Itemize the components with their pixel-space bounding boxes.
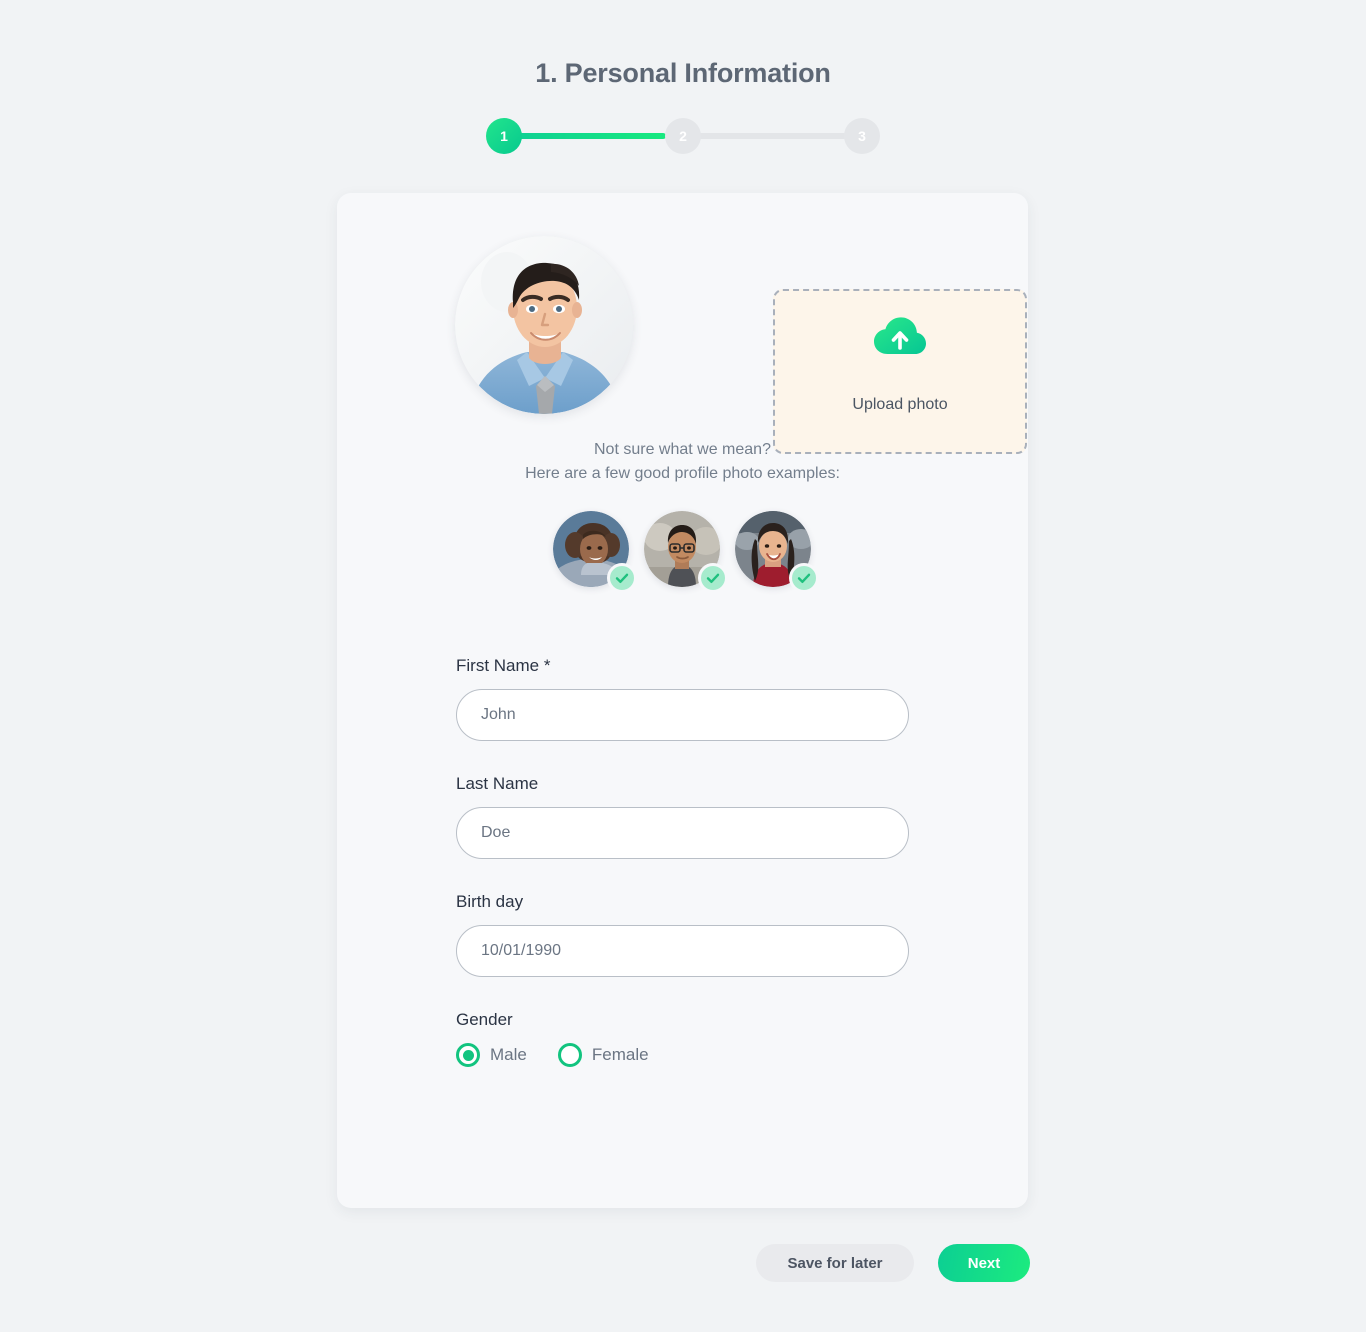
example-photo-1-check-badge <box>607 563 637 593</box>
example-photo-2[interactable] <box>644 511 728 593</box>
first-name-input[interactable] <box>456 689 909 741</box>
upload-photo-dropzone[interactable]: Upload photo <box>773 289 1027 454</box>
page-root: 1. Personal Information 1 2 3 Upload pho… <box>0 0 1366 1332</box>
upload-photo-label: Upload photo <box>852 396 948 413</box>
gender-option-female[interactable]: Female <box>557 1043 649 1067</box>
last-name-field-group: Last Name <box>456 774 909 859</box>
gender-label: Gender <box>456 1010 513 1029</box>
save-for-later-button[interactable]: Save for later <box>756 1244 914 1282</box>
birth-day-field-group: Birth day <box>456 892 909 977</box>
stepper-progress-fill <box>506 133 666 139</box>
photo-hint-line-2: Here are a few good profile photo exampl… <box>525 465 840 482</box>
gender-option-male-label: Male <box>490 1045 527 1064</box>
last-name-label: Last Name <box>456 774 539 793</box>
check-icon <box>615 573 629 583</box>
birth-day-input[interactable] <box>456 925 909 977</box>
last-name-input[interactable] <box>456 807 909 859</box>
personal-info-form: First Name * Last Name Birth day Gender <box>456 656 909 1067</box>
user-photo-man-icon <box>455 236 633 414</box>
form-footer: Save for later Next <box>756 1244 1030 1282</box>
stepper-step-2[interactable]: 2 <box>665 118 701 154</box>
first-name-label: First Name * <box>456 656 551 675</box>
example-photos <box>553 511 819 597</box>
personal-information-card: Upload photo Not sure what we mean? Here… <box>337 193 1028 1208</box>
photo-hint: Not sure what we mean? Here are a few go… <box>337 438 1028 486</box>
gender-radio-group: Male Female <box>456 1043 909 1067</box>
example-photo-3-check-badge <box>789 563 819 593</box>
first-name-field-group: First Name * <box>456 656 909 741</box>
stepper-step-2-label: 2 <box>679 128 687 144</box>
gender-option-male[interactable]: Male <box>456 1043 527 1067</box>
check-icon <box>706 573 720 583</box>
photo-hint-line-1: Not sure what we mean? <box>594 441 771 458</box>
radio-female-icon[interactable] <box>557 1043 582 1067</box>
birth-day-label: Birth day <box>456 892 524 911</box>
avatar <box>455 236 633 414</box>
next-button[interactable]: Next <box>938 1244 1030 1282</box>
page-title: 1. Personal Information <box>535 58 831 88</box>
gender-option-female-label: Female <box>591 1045 649 1064</box>
progress-stepper: 1 2 3 <box>486 118 880 154</box>
example-photo-1[interactable] <box>553 511 637 593</box>
stepper-step-3-label: 3 <box>858 128 866 144</box>
example-photo-2-check-badge <box>698 563 728 593</box>
stepper-step-1-label: 1 <box>500 128 508 144</box>
check-icon <box>797 573 811 583</box>
radio-male-selected-dot <box>462 1049 474 1061</box>
radio-male-icon[interactable] <box>456 1043 480 1067</box>
photo-section: Upload photo <box>455 236 1027 454</box>
cloud-upload-icon <box>873 316 927 358</box>
example-photo-3[interactable] <box>735 511 819 593</box>
stepper-step-3[interactable]: 3 <box>844 118 880 154</box>
gender-field-group: Gender Male Female <box>456 1010 909 1067</box>
stepper-step-1[interactable]: 1 <box>486 118 522 154</box>
